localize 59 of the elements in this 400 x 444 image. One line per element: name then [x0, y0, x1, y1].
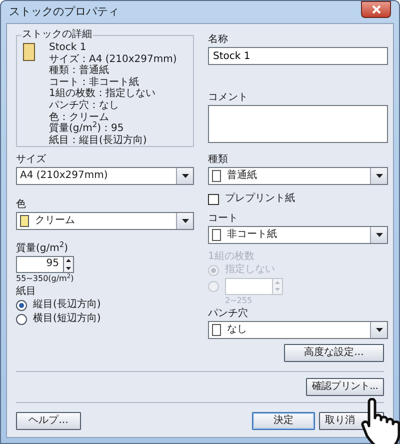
punch-dropdown[interactable]: なし	[208, 321, 388, 339]
detail-text: サイズ：A4 (210x297mm)	[49, 54, 177, 65]
checkbox[interactable]	[208, 194, 219, 204]
down-arrow-icon	[66, 266, 71, 270]
close-button[interactable]	[361, 1, 391, 18]
spin-field[interactable]	[225, 278, 283, 294]
comment-field[interactable]	[208, 105, 388, 143]
close-icon	[372, 5, 380, 14]
detail-text: 質量(g/m$^{2}$)：95	[49, 123, 125, 134]
window-title: ストックのプロパティ	[9, 5, 119, 19]
caret-icon	[182, 174, 188, 178]
field-label: 色	[16, 199, 27, 211]
checkbox-label: プレプリント紙	[225, 193, 295, 205]
detail-text: パンチ穴：なし	[49, 100, 120, 112]
radio-label: 指定しない	[225, 264, 275, 276]
detail-text: 種類：普通紙	[49, 65, 110, 76]
up-arrow-icon	[275, 280, 280, 284]
detail-text: Stock 1	[49, 42, 88, 54]
type-dropdown[interactable]: 普通紙	[208, 167, 388, 185]
swatch-icon	[212, 229, 221, 241]
radio-label: 縦目(長辺方向)	[33, 299, 101, 311]
detail-text: コート：非コート紙	[49, 76, 140, 88]
range-text: 55~350(g/m$^{2}$)	[16, 273, 75, 284]
field-label: コート	[208, 213, 239, 225]
up-arrow-icon	[66, 259, 71, 262]
caret-icon	[376, 174, 382, 178]
field-label: 名称	[208, 34, 229, 46]
range-text: 2~255	[224, 295, 254, 306]
detail-text: 紙目：縦目(長辺方向)	[49, 134, 148, 146]
radio-label: 横目(短辺方向)	[33, 313, 101, 325]
field-label: 種類	[208, 154, 229, 166]
caret-icon	[376, 328, 382, 332]
size-dropdown[interactable]: A4 (210x297mm)	[16, 167, 194, 185]
field-label: コメント	[208, 92, 249, 104]
caret-icon	[376, 233, 382, 237]
advanced-settings-button[interactable]: 高度な設定...	[284, 344, 384, 362]
color-dropdown[interactable]: クリーム	[16, 212, 194, 230]
proof-print-button[interactable]: 確認プリント...	[306, 378, 384, 396]
detail-text: 色：クリーム	[49, 112, 110, 123]
name-field[interactable]: Stock 1	[208, 47, 388, 65]
detail-text: 1組の枚数：指定しない	[49, 88, 156, 100]
field-label: 質量(g/m$^{2}$)	[16, 243, 70, 255]
swatch-icon	[20, 215, 29, 227]
help-button[interactable]: ヘルプ...	[16, 412, 81, 430]
field-label: 1組の枚数	[208, 251, 256, 263]
ok-button[interactable]: 決定	[252, 412, 315, 430]
paper-icon	[23, 43, 35, 61]
radio-button[interactable]	[16, 300, 27, 310]
caret-icon	[182, 219, 188, 223]
hand-cursor-icon	[361, 398, 400, 444]
coating-dropdown[interactable]: 非コート紙	[208, 226, 388, 244]
field-label: パンチ穴	[208, 308, 249, 320]
radio-button[interactable]	[16, 314, 27, 324]
field-label: 紙目	[16, 286, 37, 298]
field-label: サイズ	[16, 154, 47, 166]
swatch-icon	[212, 324, 221, 336]
down-arrow-icon	[275, 288, 280, 292]
group-title: ストックの詳細	[21, 29, 93, 41]
swatch-icon	[212, 170, 221, 182]
